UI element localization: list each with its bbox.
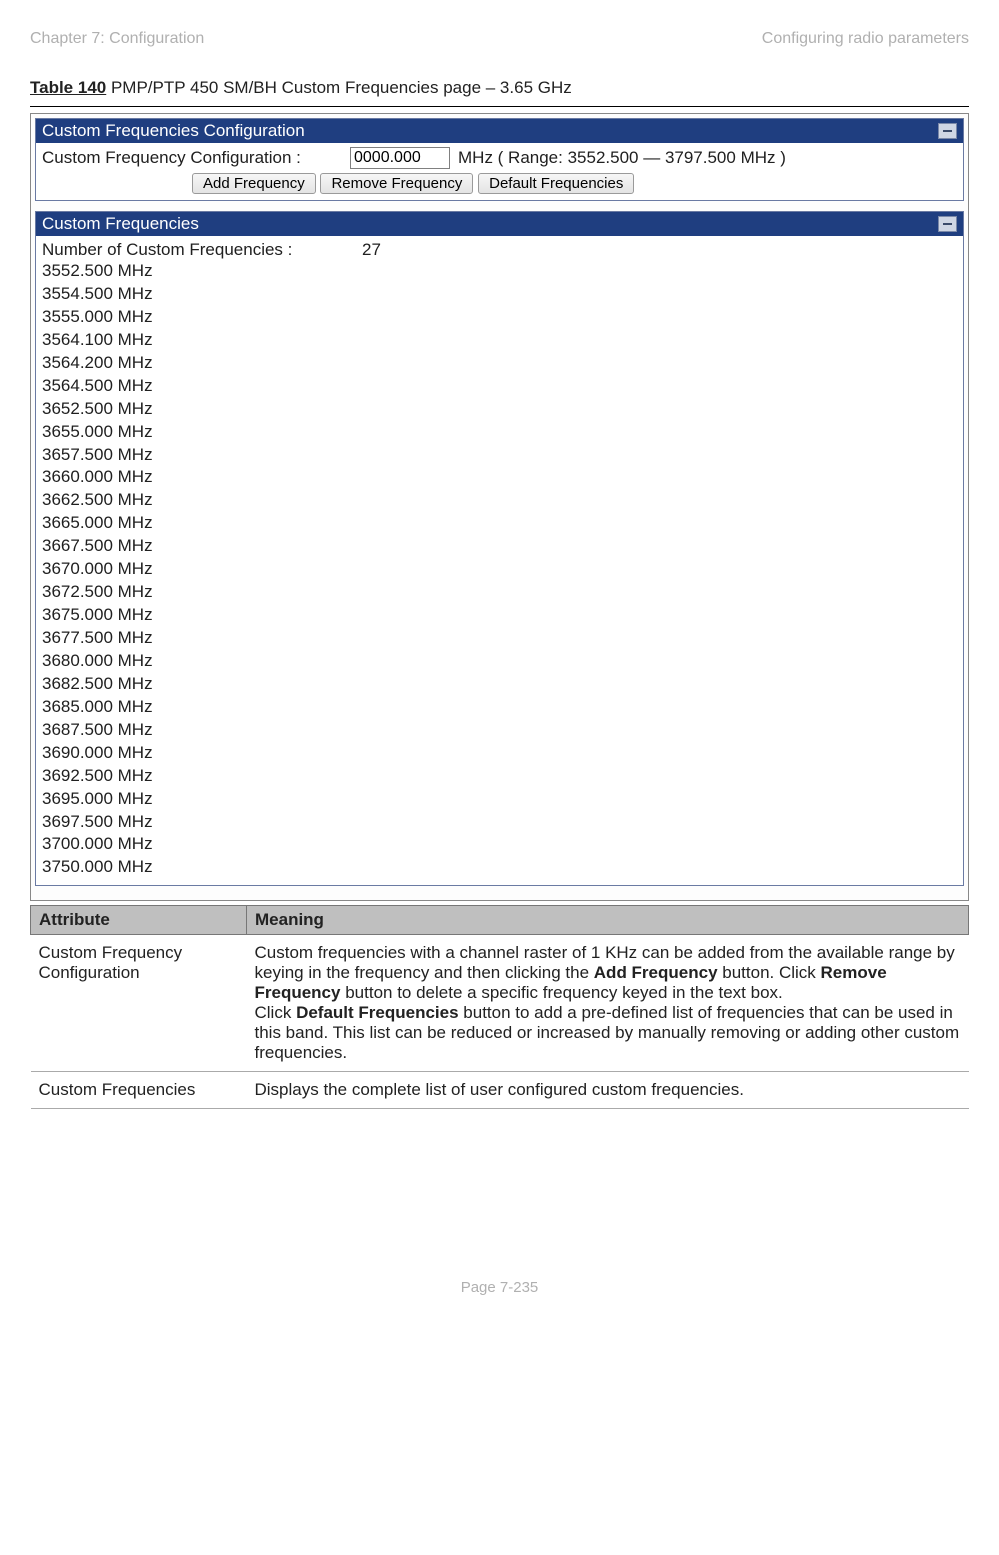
list-item: 3690.000 MHz [42,742,957,765]
bold-term: Add Frequency [594,963,718,982]
config-panel-title: Custom Frequencies Configuration [42,121,305,141]
list-item: 3555.000 MHz [42,306,957,329]
frequencies-panel-header[interactable]: Custom Frequencies [36,212,963,236]
meaning-text: button to delete a specific frequency ke… [340,983,782,1002]
frequencies-panel: Custom Frequencies Number of Custom Freq… [35,211,964,886]
list-item: 3682.500 MHz [42,673,957,696]
page-header: Chapter 7: Configuration Configuring rad… [30,30,969,48]
config-panel: Custom Frequencies Configuration Custom … [35,118,964,201]
meaning-text: button. Click [718,963,821,982]
custom-frequency-input[interactable] [350,147,450,169]
attribute-table: Attribute Meaning Custom Frequency Confi… [30,905,969,1109]
list-item: 3750.000 MHz [42,856,957,879]
list-item: 3667.500 MHz [42,535,957,558]
list-item: 3660.000 MHz [42,466,957,489]
list-item: 3564.200 MHz [42,352,957,375]
list-item: 3697.500 MHz [42,811,957,834]
collapse-icon[interactable] [938,123,957,139]
list-item: 3652.500 MHz [42,398,957,421]
table-row: Custom Frequency Configuration Custom fr… [31,935,969,1072]
list-item: 3657.500 MHz [42,444,957,467]
caption-text: PMP/PTP 450 SM/BH Custom Frequencies pag… [106,78,572,97]
list-item: 3655.000 MHz [42,421,957,444]
list-item: 3662.500 MHz [42,489,957,512]
col-meaning: Meaning [247,906,969,935]
collapse-icon[interactable] [938,216,957,232]
units-range-text: MHz ( Range: 3552.500 — 3797.500 MHz ) [458,148,786,168]
button-row: Add Frequency Remove Frequency Default F… [42,173,957,194]
list-item: 3692.500 MHz [42,765,957,788]
bold-term: Default Frequencies [296,1003,459,1022]
page-footer: Page 7-235 [0,1279,999,1316]
caption-rule [30,106,969,107]
table-caption: Table 140 PMP/PTP 450 SM/BH Custom Frequ… [30,78,969,98]
list-item: 3552.500 MHz [42,260,957,283]
table-number: Table 140 [30,78,106,97]
attr-cell: Custom Frequency Configuration [31,935,247,1072]
config-panel-header[interactable]: Custom Frequencies Configuration [36,119,963,143]
frequency-list: 3552.500 MHz3554.500 MHz3555.000 MHz3564… [42,260,957,879]
header-right: Configuring radio parameters [762,30,969,48]
list-item: 3695.000 MHz [42,788,957,811]
list-item: 3700.000 MHz [42,833,957,856]
col-attribute: Attribute [31,906,247,935]
meaning-cell: Displays the complete list of user confi… [247,1072,969,1109]
remove-frequency-button[interactable]: Remove Frequency [320,173,473,194]
default-frequencies-button[interactable]: Default Frequencies [478,173,634,194]
list-item: 3677.500 MHz [42,627,957,650]
frequencies-panel-title: Custom Frequencies [42,214,199,234]
list-item: 3675.000 MHz [42,604,957,627]
table-row: Custom Frequencies Displays the complete… [31,1072,969,1109]
list-item: 3680.000 MHz [42,650,957,673]
meaning-cell: Custom frequencies with a channel raster… [247,935,969,1072]
attr-cell: Custom Frequencies [31,1072,247,1109]
screenshot-figure: Custom Frequencies Configuration Custom … [30,113,969,901]
frequency-count-label: Number of Custom Frequencies : [42,240,362,260]
add-frequency-button[interactable]: Add Frequency [192,173,316,194]
list-item: 3687.500 MHz [42,719,957,742]
frequency-count-value: 27 [362,240,381,260]
custom-freq-config-label: Custom Frequency Configuration : [42,148,342,168]
list-item: 3554.500 MHz [42,283,957,306]
list-item: 3670.000 MHz [42,558,957,581]
list-item: 3564.100 MHz [42,329,957,352]
list-item: 3672.500 MHz [42,581,957,604]
list-item: 3665.000 MHz [42,512,957,535]
list-item: 3564.500 MHz [42,375,957,398]
meaning-text: Click [255,1003,297,1022]
header-left: Chapter 7: Configuration [30,30,204,48]
list-item: 3685.000 MHz [42,696,957,719]
